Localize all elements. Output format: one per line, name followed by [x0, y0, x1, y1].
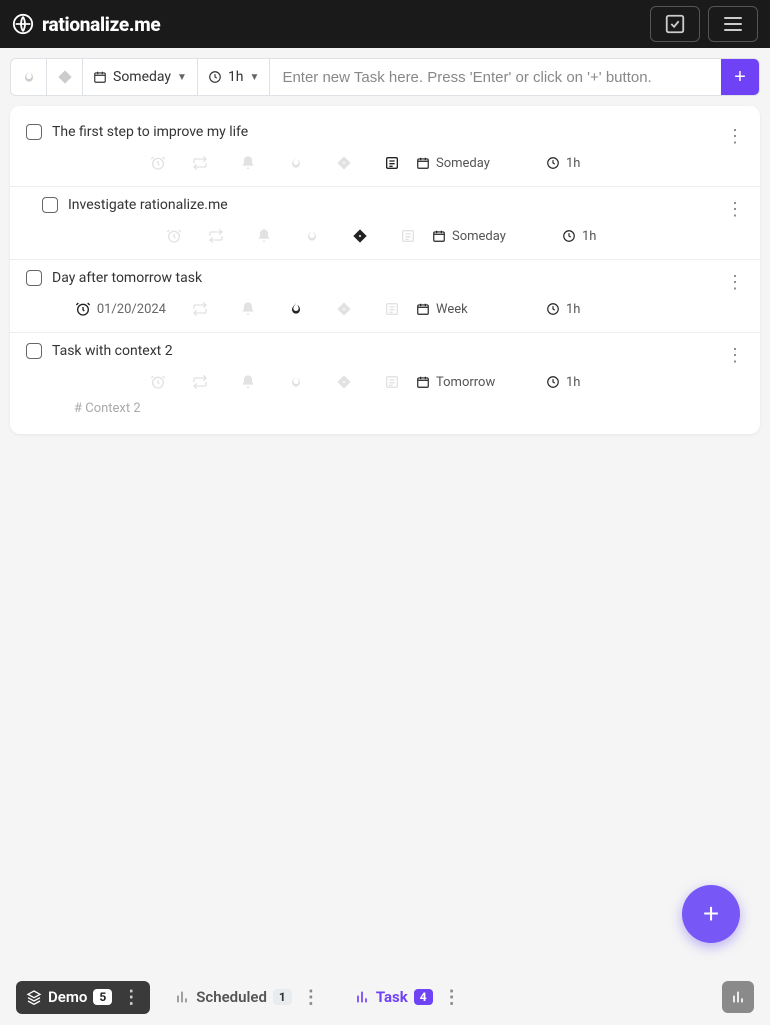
schedule-selector[interactable]: Someday ▼ — [83, 59, 198, 95]
task-count-badge: 4 — [414, 989, 433, 1005]
task-title[interactable]: Day after tomorrow task — [52, 270, 202, 286]
task-more-icon[interactable]: ⋮ — [722, 270, 748, 296]
add-task-button[interactable]: + — [721, 59, 759, 95]
task-duration[interactable]: 1h — [546, 367, 656, 397]
brand[interactable]: rationalize.me — [12, 13, 160, 36]
checkmark-button[interactable] — [650, 6, 700, 42]
hamburger-menu-button[interactable] — [708, 6, 758, 42]
task-label: Task — [376, 988, 408, 1006]
alarm-icon[interactable] — [150, 374, 166, 390]
fire-icon[interactable] — [272, 294, 320, 324]
alarm-icon[interactable] — [166, 228, 182, 244]
new-task-toolbar-wrap: Someday ▼ 1h ▼ + — [0, 48, 770, 106]
new-task-input[interactable] — [270, 59, 721, 95]
repeat-icon[interactable] — [192, 221, 240, 251]
fire-filter-button[interactable] — [11, 59, 47, 95]
header-actions — [650, 6, 758, 42]
task-context-tag[interactable]: # Context 2 — [26, 397, 744, 426]
note-icon[interactable] — [368, 367, 416, 397]
task-duration[interactable]: 1h — [546, 294, 656, 324]
scheduled-chip[interactable]: Scheduled 1 ⋮ — [164, 981, 330, 1014]
alarm-icon[interactable] — [75, 301, 91, 317]
duration-selector[interactable]: 1h ▼ — [198, 59, 271, 95]
priority-icon[interactable] — [320, 367, 368, 397]
task-menu-icon[interactable]: ⋮ — [439, 987, 461, 1008]
note-icon[interactable] — [368, 148, 416, 178]
repeat-icon[interactable] — [176, 367, 224, 397]
task-duration[interactable]: 1h — [562, 221, 672, 251]
demo-chip[interactable]: Demo 5 ⋮ — [16, 981, 150, 1014]
repeat-icon[interactable] — [176, 148, 224, 178]
priority-icon[interactable] — [320, 148, 368, 178]
schedule-label: Someday — [113, 69, 171, 85]
task-more-icon[interactable]: ⋮ — [722, 343, 748, 369]
calendar-icon — [93, 70, 107, 84]
task-title[interactable]: Task with context 2 — [52, 343, 173, 359]
demo-label: Demo — [48, 988, 87, 1006]
task-meta: Tomorrow 1h — [26, 367, 744, 397]
brand-logo-icon — [12, 13, 34, 35]
task-row: Task with context 2 ⋮ Tomorrow 1h # Cont… — [10, 333, 760, 434]
task-schedule[interactable]: Someday — [432, 221, 562, 251]
task-meta: Someday 1h — [26, 148, 744, 178]
priority-icon[interactable] — [320, 294, 368, 324]
caret-down-icon: ▼ — [177, 72, 187, 83]
task-date-cell: 01/20/2024 — [26, 294, 176, 324]
task-schedule[interactable]: Someday — [416, 148, 546, 178]
fab-add-button[interactable]: + — [682, 885, 740, 943]
brand-name: rationalize.me — [42, 13, 160, 36]
task-date-cell — [42, 221, 192, 251]
bars-icon — [354, 989, 370, 1005]
new-task-toolbar: Someday ▼ 1h ▼ + — [10, 58, 760, 96]
task-list: The first step to improve my life ⋮ Some… — [10, 106, 760, 434]
note-icon[interactable] — [368, 294, 416, 324]
task-checkbox[interactable] — [26, 270, 42, 286]
task-more-icon[interactable]: ⋮ — [722, 124, 748, 150]
scheduled-menu-icon[interactable]: ⋮ — [298, 987, 320, 1008]
bell-icon[interactable] — [240, 221, 288, 251]
bars-icon — [174, 989, 190, 1005]
task-meta: Someday 1h — [42, 221, 744, 251]
task-title[interactable]: The first step to improve my life — [52, 124, 248, 140]
layers-icon — [26, 989, 42, 1005]
task-date: 01/20/2024 — [97, 302, 166, 317]
scheduled-count-badge: 1 — [273, 989, 292, 1005]
priority-icon[interactable] — [336, 221, 384, 251]
task-row: The first step to improve my life ⋮ Some… — [10, 114, 760, 187]
task-checkbox[interactable] — [26, 124, 42, 140]
task-title[interactable]: Investigate rationalize.me — [68, 197, 228, 213]
fire-icon[interactable] — [288, 221, 336, 251]
alarm-icon[interactable] — [150, 155, 166, 171]
bell-icon[interactable] — [224, 294, 272, 324]
task-schedule[interactable]: Tomorrow — [416, 367, 546, 397]
app-header: rationalize.me — [0, 0, 770, 48]
priority-filter-button[interactable] — [47, 59, 83, 95]
note-icon[interactable] — [384, 221, 432, 251]
task-schedule[interactable]: Week — [416, 294, 546, 324]
repeat-icon[interactable] — [176, 294, 224, 324]
caret-down-icon: ▼ — [250, 72, 260, 83]
task-chip[interactable]: Task 4 ⋮ — [344, 981, 471, 1014]
clock-icon — [208, 70, 222, 84]
task-date-cell — [26, 367, 176, 397]
bottom-bar: Demo 5 ⋮ Scheduled 1 ⋮ Task 4 ⋮ — [0, 969, 770, 1025]
task-date-cell — [26, 148, 176, 178]
bell-icon[interactable] — [224, 367, 272, 397]
demo-menu-icon[interactable]: ⋮ — [118, 987, 140, 1008]
fire-icon[interactable] — [272, 367, 320, 397]
chart-button[interactable] — [722, 981, 754, 1013]
task-meta: 01/20/2024 Week 1h — [26, 294, 744, 324]
task-checkbox[interactable] — [42, 197, 58, 213]
task-row: Investigate rationalize.me ⋮ Someday 1h — [10, 187, 760, 260]
bell-icon[interactable] — [224, 148, 272, 178]
task-duration[interactable]: 1h — [546, 148, 656, 178]
fire-icon[interactable] — [272, 148, 320, 178]
task-checkbox[interactable] — [26, 343, 42, 359]
duration-label: 1h — [228, 69, 244, 85]
demo-count-badge: 5 — [93, 989, 112, 1005]
scheduled-label: Scheduled — [196, 988, 267, 1006]
task-row: Day after tomorrow task ⋮ 01/20/2024 Wee… — [10, 260, 760, 333]
task-more-icon[interactable]: ⋮ — [722, 197, 748, 223]
